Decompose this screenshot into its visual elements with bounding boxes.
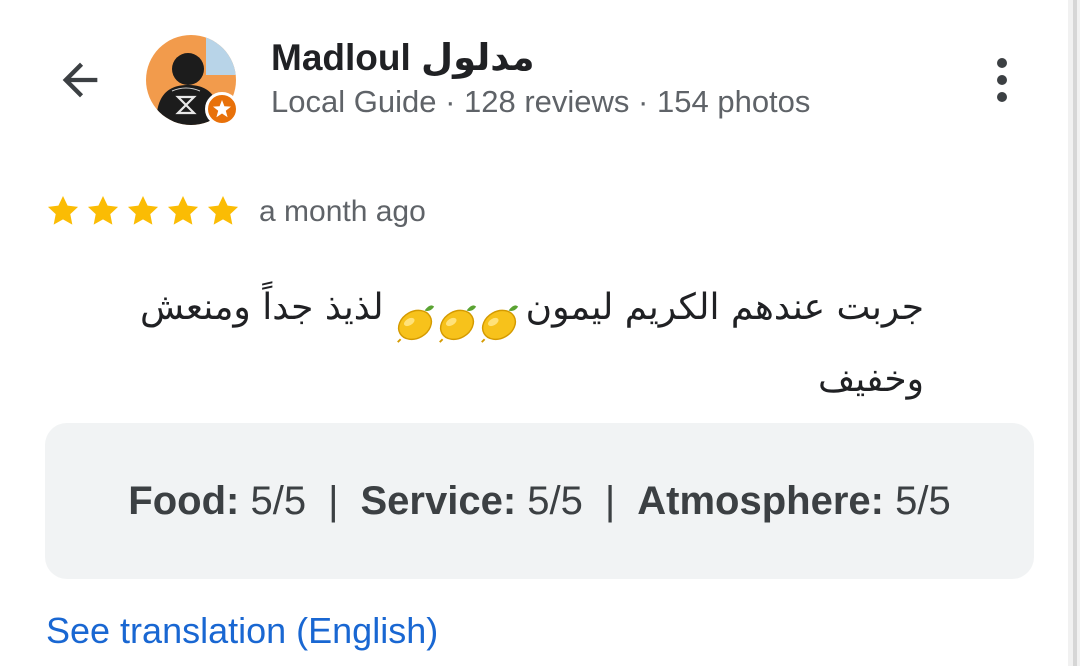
star-icon bbox=[87, 195, 119, 225]
review-text-part-a: جربت عندهم الكريم ليمون bbox=[525, 287, 924, 328]
star-icon bbox=[207, 195, 239, 225]
reviewer-meta[interactable]: Local Guide · 128 reviews · 154 photos bbox=[271, 82, 810, 122]
reviewer-name[interactable]: Madloul مدلول bbox=[271, 36, 535, 80]
food-value: 5/5 bbox=[250, 478, 307, 523]
review-text-line-1: جربت عندهم الكريم ليمون لذيذ جداً ومنعش bbox=[44, 272, 924, 344]
star-icon bbox=[127, 195, 159, 225]
photos-count: 154 photos bbox=[657, 84, 811, 119]
rating-divider: | bbox=[604, 478, 616, 523]
more-options-button[interactable] bbox=[972, 46, 1032, 114]
lemon-emoji-icon bbox=[476, 300, 518, 343]
more-vert-icon-dot bbox=[997, 92, 1007, 102]
star-rating bbox=[44, 192, 242, 232]
scrollbar-track[interactable] bbox=[1068, 0, 1080, 666]
atmosphere-value: 5/5 bbox=[895, 478, 951, 523]
lemon-emojis bbox=[392, 285, 518, 343]
star-icon bbox=[47, 195, 79, 225]
more-vert-icon-dot bbox=[997, 75, 1007, 85]
review-text-part-b: لذيذ جداً ومنعش bbox=[140, 287, 384, 328]
reviewer-level: Local Guide bbox=[271, 84, 437, 119]
review-text-line-2: وخفيف bbox=[818, 359, 924, 400]
arrow-back-icon bbox=[62, 62, 98, 98]
food-label: Food: bbox=[128, 478, 240, 523]
rating-divider: | bbox=[328, 478, 339, 523]
more-vert-icon bbox=[997, 58, 1007, 68]
meta-separator: · bbox=[629, 84, 657, 119]
review-detail-screen: Madloul مدلول Local Guide · 128 reviews … bbox=[0, 0, 1080, 666]
star-icon bbox=[167, 195, 199, 225]
category-ratings-card: Food: 5/5 | Service: 5/5 | Atmosphere: 5… bbox=[45, 423, 1034, 579]
meta-separator: · bbox=[436, 84, 465, 119]
back-button[interactable] bbox=[44, 44, 116, 116]
lemon-emoji-icon bbox=[392, 300, 434, 343]
review-text: جربت عندهم الكريم ليمون لذيذ جداً ومنعش و… bbox=[44, 272, 924, 416]
lemon-emoji-icon bbox=[434, 300, 476, 343]
reviews-count: 128 reviews bbox=[464, 84, 630, 119]
see-translation-link[interactable]: See translation (English) bbox=[46, 608, 438, 654]
service-label: Service: bbox=[360, 478, 517, 523]
local-guide-badge-icon bbox=[205, 92, 239, 126]
review-time: a month ago bbox=[259, 195, 426, 228]
scrollbar-thumb[interactable] bbox=[1073, 0, 1077, 666]
atmosphere-label: Atmosphere: bbox=[637, 478, 884, 523]
service-value: 5/5 bbox=[527, 478, 583, 523]
reviewer-avatar[interactable] bbox=[146, 35, 239, 126]
